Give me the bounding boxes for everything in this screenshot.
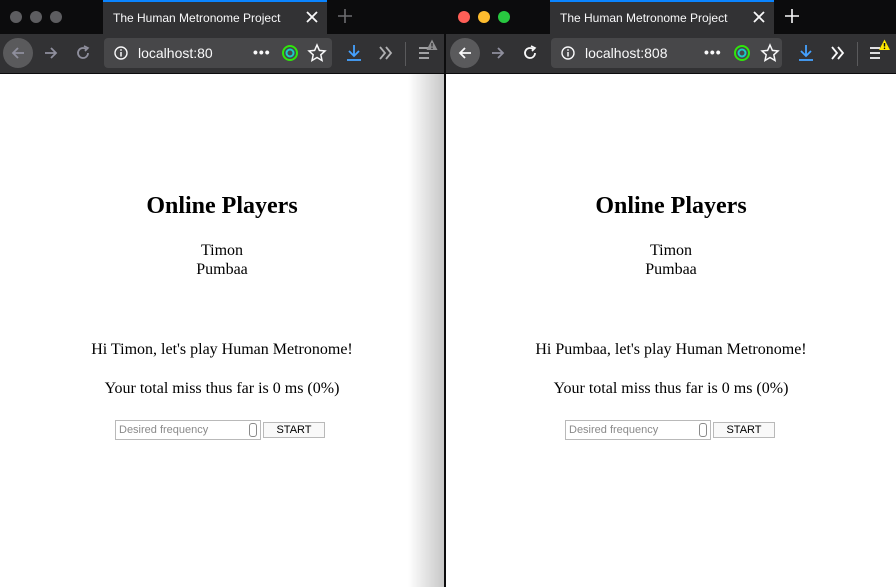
new-tab-icon[interactable] [784, 8, 800, 24]
tracking-protection-icon[interactable] [732, 43, 752, 63]
start-button[interactable]: START [263, 422, 325, 438]
total-miss-text: Your total miss thus far is 0 ms (0%) [553, 380, 789, 397]
forward-icon [492, 47, 505, 59]
tab-active[interactable]: The Human Metronome Project [103, 0, 327, 34]
page-title: Online Players [595, 193, 747, 219]
frequency-placeholder: Desired frequency [119, 424, 209, 436]
player-name: Pumbaa [645, 261, 697, 278]
forward-button[interactable] [483, 38, 513, 68]
more-icon[interactable]: ••• [704, 44, 722, 60]
reload-icon [77, 45, 90, 59]
close-tab-icon[interactable] [305, 10, 319, 24]
nav-toolbar: localhost:80 ••• [0, 34, 444, 74]
tab-title: The Human Metronome Project [560, 11, 728, 25]
frequency-form: Desired frequency START [0, 420, 444, 440]
window-controls [10, 11, 62, 23]
player-name: Timon [200, 242, 244, 259]
url-text[interactable]: localhost:80 [138, 45, 218, 61]
tab-strip: The Human Metronome Project [446, 0, 896, 34]
frequency-placeholder: Desired frequency [569, 424, 659, 436]
window-controls [458, 11, 510, 23]
total-miss-text: Your total miss thus far is 0 ms (0%) [104, 380, 340, 397]
toolbar-separator [405, 42, 406, 66]
info-icon[interactable] [561, 46, 575, 60]
zoom-window-button[interactable] [50, 11, 62, 23]
url-text[interactable]: localhost:808 [585, 45, 671, 61]
tab-title: The Human Metronome Project [113, 11, 281, 25]
number-spinner-icon[interactable] [699, 423, 707, 437]
player-name: Timon [649, 242, 693, 259]
page-title: Online Players [146, 193, 298, 219]
tab-strip: The Human Metronome Project [0, 0, 444, 34]
frequency-input[interactable]: Desired frequency [115, 420, 261, 440]
back-button[interactable] [450, 38, 480, 68]
reload-icon [524, 45, 537, 59]
window-edge-shadow [408, 74, 444, 587]
browser-window-left: The Human Metronome Project localhost:80… [0, 0, 444, 587]
online-players-list: Timon Pumbaa [0, 241, 444, 279]
frequency-input[interactable]: Desired frequency [565, 420, 711, 440]
url-bar[interactable]: localhost:80 ••• [104, 38, 332, 68]
start-button[interactable]: START [713, 422, 775, 438]
nav-toolbar: localhost:808 ••• [446, 34, 896, 74]
close-tab-icon[interactable] [752, 10, 766, 24]
warning-icon [879, 39, 890, 50]
bookmark-star-icon[interactable] [307, 43, 327, 63]
close-window-button[interactable] [10, 11, 22, 23]
info-icon[interactable] [114, 46, 128, 60]
overflow-icon[interactable] [376, 43, 396, 63]
page-content: Online Players Timon Pumbaa Hi Timon, le… [0, 74, 444, 587]
forward-button[interactable] [36, 38, 66, 68]
greeting-text: Hi Timon, let's play Human Metronome! [91, 341, 353, 358]
close-window-button[interactable] [458, 11, 470, 23]
minimize-window-button[interactable] [478, 11, 490, 23]
zoom-window-button[interactable] [498, 11, 510, 23]
download-icon[interactable] [344, 43, 364, 63]
warning-icon [426, 39, 438, 50]
reload-button[interactable] [68, 38, 98, 68]
forward-icon [45, 47, 58, 59]
url-bar[interactable]: localhost:808 ••• [551, 38, 782, 68]
page-content: Online Players Timon Pumbaa Hi Pumbaa, l… [446, 74, 896, 587]
online-players-list: Timon Pumbaa [446, 241, 896, 279]
frequency-form: Desired frequency START [446, 420, 896, 440]
reload-button[interactable] [515, 38, 545, 68]
back-icon [458, 47, 471, 59]
tracking-protection-icon[interactable] [280, 43, 300, 63]
number-spinner-icon[interactable] [249, 423, 257, 437]
toolbar-separator [857, 42, 858, 66]
more-icon[interactable]: ••• [253, 44, 271, 60]
browser-window-right: The Human Metronome Project localhost:80… [446, 0, 896, 587]
overflow-icon[interactable] [828, 43, 848, 63]
new-tab-icon[interactable] [337, 8, 353, 24]
minimize-window-button[interactable] [30, 11, 42, 23]
back-button[interactable] [3, 38, 33, 68]
tab-active[interactable]: The Human Metronome Project [550, 0, 774, 34]
download-icon[interactable] [796, 43, 816, 63]
back-icon [11, 47, 24, 59]
bookmark-star-icon[interactable] [760, 43, 780, 63]
player-name: Pumbaa [196, 261, 248, 278]
greeting-text: Hi Pumbaa, let's play Human Metronome! [535, 341, 807, 358]
